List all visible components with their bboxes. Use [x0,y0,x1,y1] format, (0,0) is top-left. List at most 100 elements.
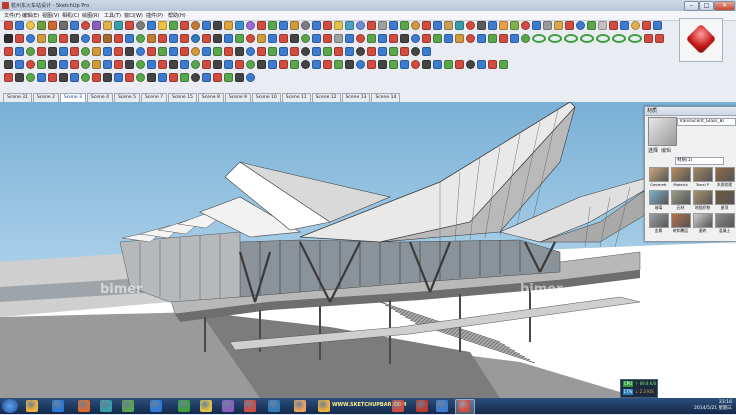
scene-tab[interactable]: Scene 31 [3,93,32,102]
toolbar-tool-icon[interactable] [92,73,101,82]
toolbar-tool-icon[interactable] [400,60,409,69]
toolbar-tool-icon[interactable] [191,60,200,69]
toolbar-tool-icon[interactable] [323,60,332,69]
material-thumbnail[interactable]: 木质纹理 [714,167,735,188]
toolbar-tool-icon[interactable] [136,34,145,43]
toolbar-tool-icon[interactable] [609,21,618,30]
toolbar-tool-icon[interactable] [235,34,244,43]
toolbar-tool-icon[interactable] [279,21,288,30]
toolbar-tool-icon[interactable] [26,21,35,30]
toolbar-tool-icon[interactable] [312,60,321,69]
menu-item[interactable]: 窗口(W) [124,12,143,19]
toolbar-tool-icon[interactable] [114,60,123,69]
toolbar-tool-icon[interactable] [37,21,46,30]
maximize-button[interactable]: □ [699,1,714,11]
material-name-field[interactable]: Translucent_Glass_Bl [677,118,736,126]
toolbar-tool-icon[interactable] [279,34,288,43]
toolbar-tool-icon[interactable] [103,34,112,43]
material-preview-swatch[interactable] [648,117,677,146]
toolbar-tool-icon[interactable] [488,34,497,43]
toolbar-tool-icon[interactable] [246,60,255,69]
material-thumbnail[interactable]: 石材 [670,190,691,211]
toolbar-tool-icon[interactable] [147,47,156,56]
toolbar-tool-icon[interactable] [411,21,420,30]
toolbar-tool-icon[interactable] [191,34,200,43]
toolbar-tool-icon[interactable] [15,34,24,43]
toolbar-tool-icon[interactable] [180,34,189,43]
toolbar-tool-icon[interactable] [136,21,145,30]
toolbar-tool-icon[interactable] [59,60,68,69]
scene-tab[interactable]: Scene 13 [341,93,371,102]
toolbar-tool-icon[interactable] [180,60,189,69]
toolbar-tool-icon[interactable] [191,21,200,30]
toolbar-tool-icon[interactable] [356,21,365,30]
scene-tab[interactable]: Scene 11 [281,93,311,102]
toolbar-tool-icon[interactable] [367,21,376,30]
toolbar-tool-icon[interactable] [26,34,35,43]
toolbar-tool-icon[interactable] [378,21,387,30]
material-thumbnail[interactable]: 金属 [648,213,669,234]
taskbar-app-icon[interactable] [416,400,428,412]
toolbar-tool-icon[interactable] [323,47,332,56]
toolbar-tool-icon[interactable] [213,47,222,56]
material-library-dropdown[interactable]: 材质(1) [675,157,724,165]
toolbar-tool-icon[interactable] [59,21,68,30]
toolbar-tool-icon[interactable] [59,34,68,43]
toolbar-tool-icon[interactable] [180,47,189,56]
toolbar-tool-icon[interactable] [323,34,332,43]
toolbar-tool-icon[interactable] [15,21,24,30]
toolbar-tool-icon[interactable] [4,47,13,56]
taskbar-app-icon[interactable] [178,400,190,412]
tab-select[interactable]: 选择 [648,147,658,154]
menu-item[interactable]: 文件(F) [4,12,21,19]
material-thumbnail[interactable]: Materia [670,167,691,188]
toolbar-tool-icon[interactable] [70,73,79,82]
toolbar-tool-icon[interactable] [37,34,46,43]
toolbar-tool-icon[interactable] [147,21,156,30]
toolbar-tool-icon[interactable] [477,34,486,43]
toolbar-tool-icon[interactable] [114,21,123,30]
materials-panel-title[interactable]: 材质 [645,107,736,116]
toolbar-tool-icon[interactable] [114,34,123,43]
toolbar-tool-icon[interactable] [147,73,156,82]
toolbar-tool-icon[interactable] [312,34,321,43]
taskbar-app-icon[interactable] [100,400,112,412]
material-thumbnail[interactable]: 玻璃 [648,190,669,211]
toolbar-tool-icon[interactable] [389,21,398,30]
toolbar-tool-icon[interactable] [180,73,189,82]
material-thumbnail[interactable]: Tonal P [692,167,713,188]
toolbar-tool-icon[interactable] [169,34,178,43]
toolbar-tool-icon[interactable] [564,34,578,43]
toolbar-tool-icon[interactable] [548,34,562,43]
toolbar-tool-icon[interactable] [81,73,90,82]
toolbar-tool-icon[interactable] [334,21,343,30]
toolbar-tool-icon[interactable] [433,34,442,43]
toolbar-tool-icon[interactable] [136,73,145,82]
toolbar-tool-icon[interactable] [114,47,123,56]
toolbar-tool-icon[interactable] [125,47,134,56]
taskbar-app-icon[interactable] [392,400,404,412]
ruby-icon[interactable] [685,23,717,55]
toolbar-tool-icon[interactable] [158,73,167,82]
menu-item[interactable]: 绘图(R) [82,12,99,19]
toolbar-tool-icon[interactable] [70,60,79,69]
scene-tab[interactable]: Scene 7 [140,93,167,102]
toolbar-tool-icon[interactable] [26,73,35,82]
toolbar-tool-icon[interactable] [81,34,90,43]
toolbar-tool-icon[interactable] [92,34,101,43]
taskbar-app-icon[interactable] [294,400,306,412]
toolbar-tool-icon[interactable] [596,34,610,43]
toolbar-tool-icon[interactable] [367,47,376,56]
toolbar-tool-icon[interactable] [224,47,233,56]
toolbar-tool-icon[interactable] [103,47,112,56]
toolbar-tool-icon[interactable] [301,21,310,30]
toolbar-tool-icon[interactable] [125,73,134,82]
toolbar-tool-icon[interactable] [103,21,112,30]
toolbar-tool-icon[interactable] [411,34,420,43]
toolbar-tool-icon[interactable] [37,47,46,56]
toolbar-tool-icon[interactable] [466,60,475,69]
toolbar-tool-icon[interactable] [444,60,453,69]
toolbar-tool-icon[interactable] [367,60,376,69]
toolbar-tool-icon[interactable] [48,47,57,56]
toolbar-tool-icon[interactable] [422,60,431,69]
